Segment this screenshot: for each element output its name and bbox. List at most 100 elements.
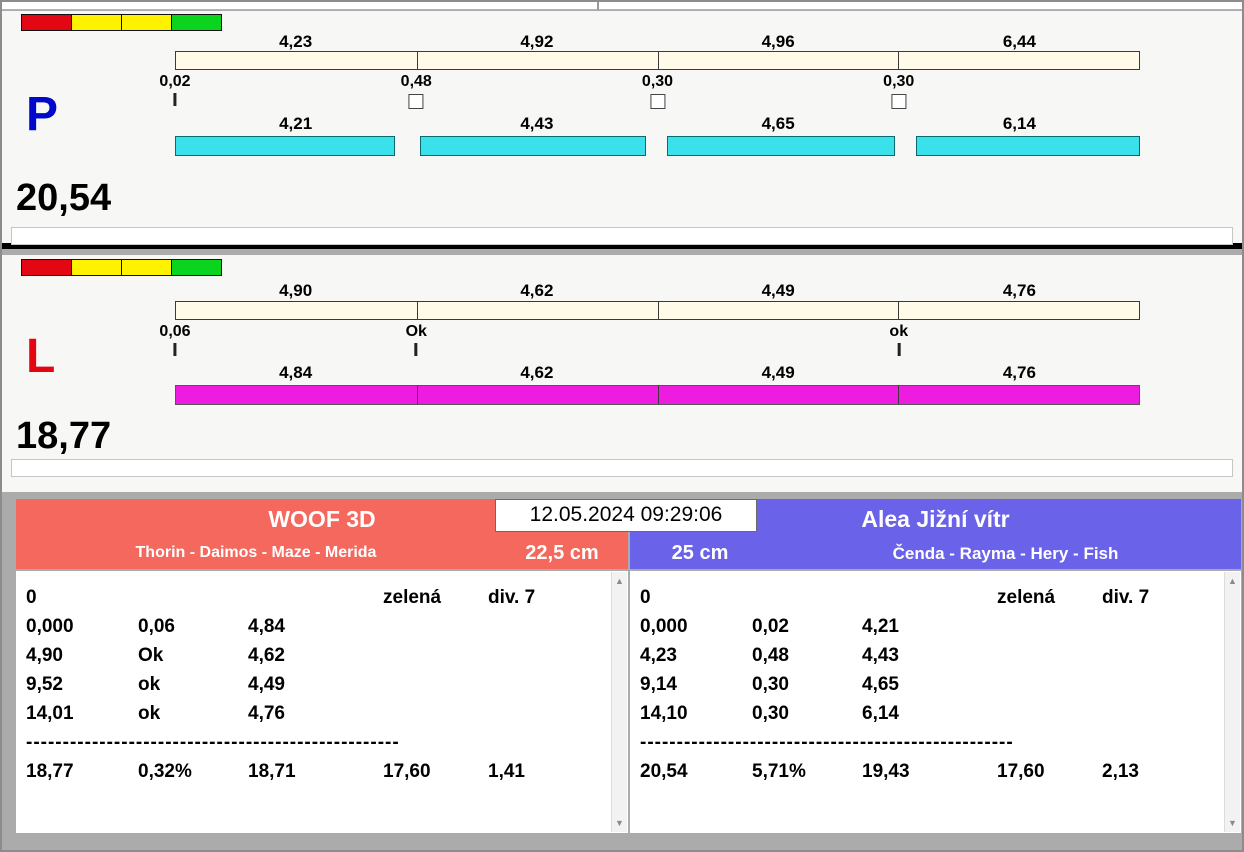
lane-l-change-markers: 0,06 Ok ok xyxy=(175,323,1140,365)
table-cell: 4,43 xyxy=(862,645,997,667)
split-label: 4,49 xyxy=(658,281,899,301)
table-row: 4,230,484,43 xyxy=(640,641,1241,670)
table-cell: 0,000 xyxy=(640,616,752,638)
split-label: 4,84 xyxy=(175,363,416,383)
split-label: 4,23 xyxy=(175,32,416,52)
table-cell: zelená xyxy=(997,587,1102,609)
app-window: P 4,23 4,92 4,96 6,44 0,02 0,48 0,30 xyxy=(0,0,1244,852)
table-cell: 14,10 xyxy=(640,703,752,725)
change-marker: 0,30 xyxy=(883,73,914,109)
split-label: 4,96 xyxy=(658,32,899,52)
lane-l-note-field xyxy=(11,459,1233,477)
change-time: 0,30 xyxy=(642,73,673,91)
tick-icon xyxy=(173,93,176,106)
reaction-time: 0,02 xyxy=(159,73,190,91)
change-marker: Ok xyxy=(406,323,427,356)
split-divider xyxy=(658,302,659,319)
run-bar xyxy=(667,136,895,156)
table-row: 14,100,306,14 xyxy=(640,699,1241,728)
run-bar xyxy=(175,136,395,156)
left-table-scrollbar[interactable]: ▲ ▼ xyxy=(611,572,627,832)
split-divider xyxy=(898,386,899,404)
table-cell: 0,30 xyxy=(752,703,862,725)
splitter-handle[interactable] xyxy=(597,2,599,10)
change-checkbox[interactable] xyxy=(650,94,665,109)
lane-p-run-split-labels: 4,21 4,43 4,65 6,14 xyxy=(175,114,1140,134)
change-marker: 0,30 xyxy=(642,73,673,109)
table-cell: 4,23 xyxy=(640,645,752,667)
right-table-scrollbar[interactable]: ▲ ▼ xyxy=(1224,572,1240,832)
left-team-subheader: Thorin - Daimos - Maze - Merida 22,5 cm xyxy=(16,539,628,567)
lane-l-top-split-labels: 4,90 4,62 4,49 4,76 xyxy=(175,281,1140,301)
lane-p-split-bar xyxy=(175,51,1140,70)
lane-p-note-field xyxy=(11,227,1233,245)
table-row: 0zelenádiv. 7 xyxy=(640,583,1241,612)
table-cell: 0,32% xyxy=(138,761,248,783)
table-cell: 5,71% xyxy=(752,761,862,783)
table-cell: 4,62 xyxy=(248,645,383,667)
table-cell: 0,02 xyxy=(752,616,862,638)
lane-l-total-time: 18,77 xyxy=(16,417,111,455)
change-time: 0,30 xyxy=(883,73,914,91)
scroll-down-icon[interactable]: ▼ xyxy=(1225,818,1240,828)
table-cell: ok xyxy=(138,674,248,696)
table-row: 18,770,32%18,7117,601,41 xyxy=(26,757,628,786)
split-divider xyxy=(898,302,899,319)
table-cell: 14,01 xyxy=(26,703,138,725)
scroll-up-icon[interactable]: ▲ xyxy=(612,576,627,586)
light-green-icon xyxy=(171,14,222,31)
table-cell: 9,52 xyxy=(26,674,138,696)
table-cell: 4,65 xyxy=(862,674,997,696)
table-row: 9,140,304,65 xyxy=(640,670,1241,699)
lane-l-split-bar xyxy=(175,301,1140,320)
tick-icon xyxy=(173,343,176,356)
table-cell: 0,48 xyxy=(752,645,862,667)
right-team-subheader: 25 cm Čenda - Rayma - Hery - Fish xyxy=(630,539,1241,567)
table-cell: zelená xyxy=(383,587,488,609)
lane-p-total-time: 20,54 xyxy=(16,179,111,217)
table-cell: 4,76 xyxy=(248,703,383,725)
title-strip xyxy=(2,2,1242,10)
split-divider xyxy=(417,52,418,69)
split-label: 6,44 xyxy=(899,32,1140,52)
table-cell: 4,84 xyxy=(248,616,383,638)
scroll-up-icon[interactable]: ▲ xyxy=(1225,576,1240,586)
right-results-rows: 0zelenádiv. 70,0000,024,214,230,484,439,… xyxy=(630,571,1241,786)
run-bar xyxy=(916,136,1140,156)
reaction-time: 0,06 xyxy=(159,323,190,341)
table-cell: 0 xyxy=(640,587,752,609)
start-lights-p xyxy=(22,14,222,31)
table-cell: Ok xyxy=(138,645,248,667)
left-team-dogs: Thorin - Daimos - Maze - Merida xyxy=(16,544,496,562)
light-red-icon xyxy=(21,14,72,31)
lane-l-panel: L 4,90 4,62 4,49 4,76 0,06 Ok ok xyxy=(2,255,1242,492)
table-cell: 4,90 xyxy=(26,645,138,667)
left-team-jump-height: 22,5 cm xyxy=(496,542,628,565)
table-cell: 9,14 xyxy=(640,674,752,696)
scroll-down-icon[interactable]: ▼ xyxy=(612,818,627,828)
table-row: 0zelenádiv. 7 xyxy=(26,583,628,612)
start-marker: 0,02 xyxy=(159,73,190,106)
split-label: 4,62 xyxy=(416,281,657,301)
split-divider xyxy=(417,386,418,404)
split-label: 4,76 xyxy=(899,363,1140,383)
left-results-table: 0zelenádiv. 70,0000,064,844,90Ok4,629,52… xyxy=(16,571,628,833)
right-results-table: 0zelenádiv. 70,0000,024,214,230,484,439,… xyxy=(630,571,1241,833)
lane-p-change-markers: 0,02 0,48 0,30 0,30 xyxy=(175,73,1140,115)
change-marker: 0,48 xyxy=(401,73,432,109)
table-cell: ok xyxy=(138,703,248,725)
results-panel: WOOF 3D Thorin - Daimos - Maze - Merida … xyxy=(2,492,1242,850)
change-checkbox[interactable] xyxy=(409,94,424,109)
split-label: 4,76 xyxy=(899,281,1140,301)
split-label: 4,49 xyxy=(658,363,899,383)
split-divider xyxy=(658,52,659,69)
table-cell: 4,49 xyxy=(248,674,383,696)
split-divider xyxy=(898,52,899,69)
lane-p-panel: P 4,23 4,92 4,96 6,44 0,02 0,48 0,30 xyxy=(2,11,1242,249)
lane-l-label: L xyxy=(26,333,55,381)
table-cell: ----------------------------------------… xyxy=(640,732,1012,754)
change-checkbox[interactable] xyxy=(891,94,906,109)
light-green-icon xyxy=(171,259,222,276)
separator-row: ----------------------------------------… xyxy=(640,728,1241,757)
run-bar xyxy=(420,136,646,156)
